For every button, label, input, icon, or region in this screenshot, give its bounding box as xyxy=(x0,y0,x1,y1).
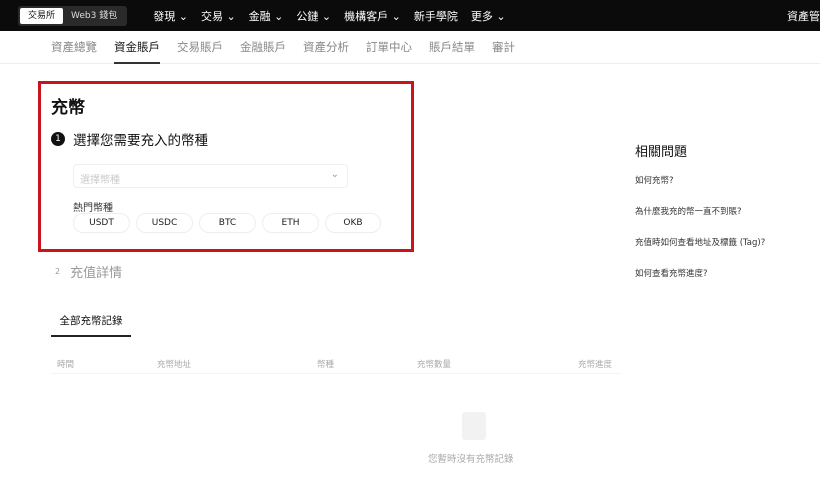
step-number: 1 xyxy=(51,132,65,146)
empty-message: 您暫時沒有充幣記錄 xyxy=(428,454,514,465)
nav-institutional[interactable]: 機構客戶 ⌄ xyxy=(344,8,401,24)
nav-academy[interactable]: 新手學院 xyxy=(414,8,458,24)
hot-coins-label: 熱門幣種 xyxy=(73,203,113,214)
tab-all-deposits[interactable]: 全部充幣記錄 xyxy=(51,309,131,337)
mode-switch: 交易所 Web3 錢包 xyxy=(18,5,128,26)
col-amount: 充幣數量 xyxy=(417,360,452,370)
nav-trade[interactable]: 交易 ⌄ xyxy=(201,8,236,24)
faq-link[interactable]: 如何充幣? xyxy=(635,174,765,186)
faq-panel: 相關問題 如何充幣? 為什麼我充的幣一直不到賬? 充值時如何查看地址及標籤 (T… xyxy=(635,141,765,298)
col-progress: 充幣進度 xyxy=(578,360,613,370)
col-time: 時間 xyxy=(57,360,75,370)
tab-funding-account[interactable]: 資金賬戶 xyxy=(114,31,160,64)
chevron-down-icon: ⌄ xyxy=(330,169,339,180)
hot-coins: USDT USDC BTC ETH OKB xyxy=(73,213,381,233)
step-1: 1 選擇您需要充入的幣種 xyxy=(51,129,208,149)
table-header: 時間 充幣地址 幣種 充幣數量 充幣進度 xyxy=(51,352,621,374)
segment-web3-wallet[interactable]: Web3 錢包 xyxy=(63,8,125,24)
step-2: 2 充值詳情 xyxy=(55,262,122,281)
faq-link[interactable]: 為什麼我充的幣一直不到賬? xyxy=(635,205,765,217)
tab-trading-account[interactable]: 交易賬戶 xyxy=(177,31,223,64)
coin-chip-eth[interactable]: ETH xyxy=(262,213,319,233)
page-title: 充幣 xyxy=(51,98,85,118)
top-bar: 交易所 Web3 錢包 發現 ⌄ 交易 ⌄ 金融 ⌄ 公鏈 ⌄ 機構客戶 ⌄ 新… xyxy=(0,0,820,31)
col-address: 充幣地址 xyxy=(157,360,192,370)
tab-audit[interactable]: 審計 xyxy=(492,31,515,64)
tab-order-center[interactable]: 訂單中心 xyxy=(366,31,412,64)
col-coin: 幣種 xyxy=(317,360,335,370)
nav-assets[interactable]: 資產管 xyxy=(787,8,820,24)
coin-chip-btc[interactable]: BTC xyxy=(199,213,256,233)
main-nav: 發現 ⌄ 交易 ⌄ 金融 ⌄ 公鏈 ⌄ 機構客戶 ⌄ 新手學院 更多 ⌄ xyxy=(153,8,505,24)
nav-chain[interactable]: 公鏈 ⌄ xyxy=(296,8,331,24)
nav-more[interactable]: 更多 ⌄ xyxy=(471,8,506,24)
tab-asset-overview[interactable]: 資產總覽 xyxy=(51,31,97,64)
faq-link[interactable]: 充值時如何查看地址及標籤 (Tag)? xyxy=(635,236,765,248)
step-label: 選擇您需要充入的幣種 xyxy=(73,133,208,149)
coin-select-placeholder: 選擇幣種 xyxy=(80,175,120,186)
segment-exchange[interactable]: 交易所 xyxy=(20,7,64,24)
faq-link[interactable]: 如何查看充幣進度? xyxy=(635,267,765,279)
coin-select[interactable]: 選擇幣種 ⌄ xyxy=(73,164,348,188)
coin-chip-usdt[interactable]: USDT xyxy=(73,213,130,233)
tab-finance-account[interactable]: 金融賬戶 xyxy=(240,31,286,64)
step-label: 充值詳情 xyxy=(70,266,123,281)
coin-chip-okb[interactable]: OKB xyxy=(325,213,381,233)
empty-document-icon xyxy=(462,412,486,440)
tab-asset-analysis[interactable]: 資產分析 xyxy=(303,31,349,64)
sub-nav: 資產總覽 資金賬戶 交易賬戶 金融賬戶 資產分析 訂單中心 賬戶結單 審計 xyxy=(0,31,820,64)
coin-chip-usdc[interactable]: USDC xyxy=(136,213,193,233)
tab-statements[interactable]: 賬戶結單 xyxy=(429,31,475,64)
nav-finance[interactable]: 金融 ⌄ xyxy=(249,8,284,24)
faq-title: 相關問題 xyxy=(635,145,688,160)
nav-discover[interactable]: 發現 ⌄ xyxy=(153,8,188,24)
step-number: 2 xyxy=(55,267,61,276)
